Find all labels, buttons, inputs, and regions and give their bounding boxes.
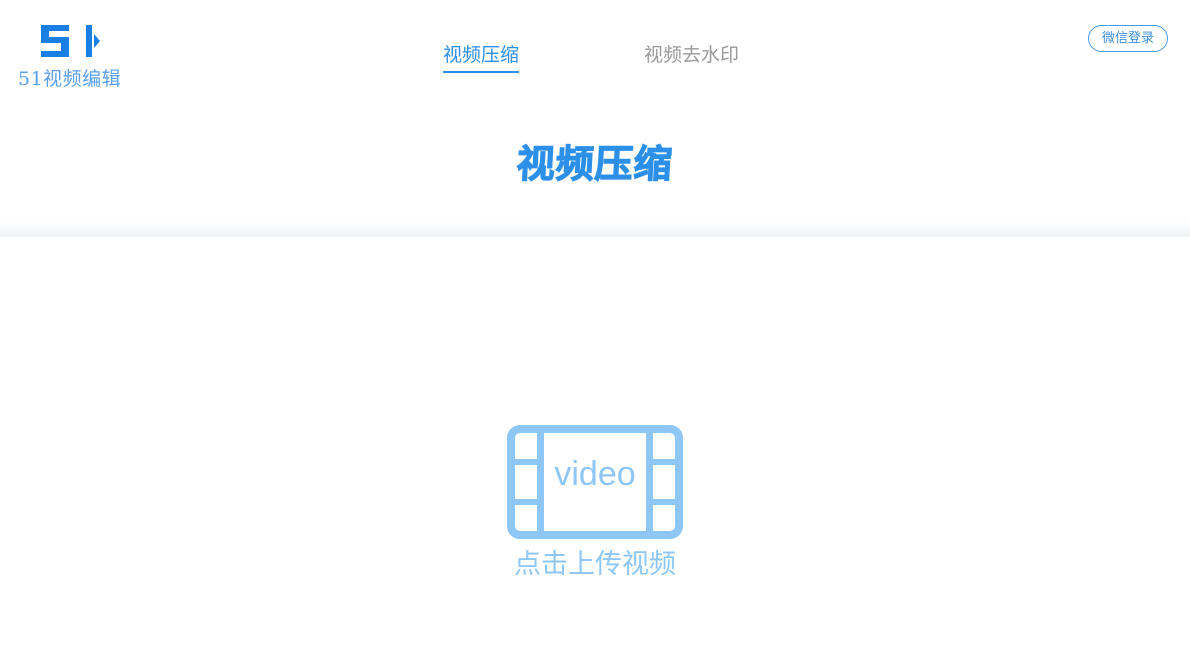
- header-divider: [0, 222, 1190, 237]
- main-content: video 点击上传视频: [0, 237, 1190, 656]
- tab-video-compress[interactable]: 视频压缩: [443, 40, 520, 76]
- upload-video-area[interactable]: video 点击上传视频: [500, 422, 690, 582]
- wechat-login-button[interactable]: 微信登录: [1088, 25, 1168, 52]
- page: 51视频编辑 视频压缩 视频去水印 微信登录 视频压缩 video 点击上传视频: [0, 0, 1190, 656]
- film-icon-label: video: [554, 455, 636, 493]
- logo-icon: [41, 25, 100, 57]
- page-title: 视频压缩: [515, 141, 675, 186]
- tab-remove-watermark[interactable]: 视频去水印: [644, 40, 739, 76]
- logo[interactable]: 51视频编辑: [14, 22, 134, 92]
- logo-text: 51视频编辑: [18, 68, 122, 90]
- upload-video-text[interactable]: 点击上传视频: [500, 542, 690, 581]
- header: 51视频编辑 视频压缩 视频去水印 微信登录 视频压缩: [0, 0, 1190, 237]
